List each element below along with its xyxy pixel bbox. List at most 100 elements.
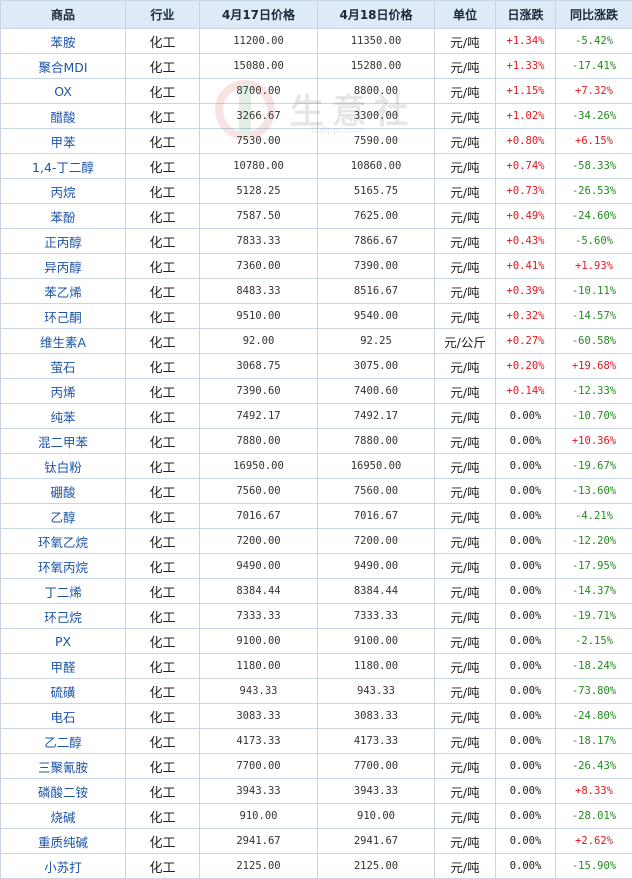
header-commodity[interactable]: 商品 — [0, 0, 126, 29]
header-price-apr18[interactable]: 4月18日价格 — [317, 0, 435, 29]
daily-change-cell: 0.00% — [495, 653, 556, 679]
commodity-name-link[interactable]: 电石 — [0, 703, 126, 729]
commodity-name-link[interactable]: 萤石 — [0, 353, 126, 379]
price-apr17-cell: 7530.00 — [199, 128, 318, 154]
table-row: 混二甲苯 化工 7880.00 7880.00 元/吨 0.00% +10.36% — [0, 428, 632, 454]
price-apr17-cell: 15080.00 — [199, 53, 318, 79]
commodity-name-link[interactable]: 异丙醇 — [0, 253, 126, 279]
daily-change-cell: 0.00% — [495, 428, 556, 454]
commodity-name-link[interactable]: OX — [0, 78, 126, 104]
table-row: 烧碱 化工 910.00 910.00 元/吨 0.00% -28.01% — [0, 803, 632, 829]
commodity-name-link[interactable]: 环氧丙烷 — [0, 553, 126, 579]
table-row: 环己酮 化工 9510.00 9540.00 元/吨 +0.32% -14.57% — [0, 303, 632, 329]
price-apr17-cell: 92.00 — [199, 328, 318, 354]
commodity-name-link[interactable]: 丙烯 — [0, 378, 126, 404]
commodity-name-link[interactable]: 苯酚 — [0, 203, 126, 229]
commodity-name-link[interactable]: 正丙醇 — [0, 228, 126, 254]
daily-change-cell: 0.00% — [495, 703, 556, 729]
price-apr18-cell: 4173.33 — [317, 728, 435, 754]
commodity-name-link[interactable]: 钛白粉 — [0, 453, 126, 479]
commodity-name-link[interactable]: 小苏打 — [0, 853, 126, 879]
price-apr17-cell: 9490.00 — [199, 553, 318, 579]
unit-cell: 元/吨 — [434, 103, 496, 129]
table-row: 甲醛 化工 1180.00 1180.00 元/吨 0.00% -18.24% — [0, 653, 632, 679]
industry-cell: 化工 — [125, 178, 200, 204]
yoy-change-cell: -12.33% — [555, 378, 632, 404]
commodity-name-link[interactable]: 环己酮 — [0, 303, 126, 329]
commodity-name-link[interactable]: 醋酸 — [0, 103, 126, 129]
commodity-name-link[interactable]: 1,4-丁二醇 — [0, 153, 126, 179]
price-apr17-cell: 7016.67 — [199, 503, 318, 529]
commodity-name-link[interactable]: 磷酸二铵 — [0, 778, 126, 804]
table-row: 环己烷 化工 7333.33 7333.33 元/吨 0.00% -19.71% — [0, 603, 632, 629]
table-header-row: 商品 行业 4月17日价格 4月18日价格 单位 日涨跌 同比涨跌 — [0, 0, 632, 29]
price-apr18-cell: 7880.00 — [317, 428, 435, 454]
commodity-name-link[interactable]: 丁二烯 — [0, 578, 126, 604]
commodity-name-link[interactable]: 硫磺 — [0, 678, 126, 704]
price-apr18-cell: 3943.33 — [317, 778, 435, 804]
industry-cell: 化工 — [125, 503, 200, 529]
daily-change-cell: 0.00% — [495, 628, 556, 654]
table-row: 纯苯 化工 7492.17 7492.17 元/吨 0.00% -10.70% — [0, 403, 632, 429]
price-apr18-cell: 8516.67 — [317, 278, 435, 304]
industry-cell: 化工 — [125, 228, 200, 254]
table-row: 聚合MDI 化工 15080.00 15280.00 元/吨 +1.33% -17.41% — [0, 53, 632, 79]
unit-cell: 元/吨 — [434, 78, 496, 104]
unit-cell: 元/吨 — [434, 603, 496, 629]
commodity-name-link[interactable]: 混二甲苯 — [0, 428, 126, 454]
table-row: 丙烯 化工 7390.60 7400.60 元/吨 +0.14% -12.33% — [0, 378, 632, 404]
commodity-name-link[interactable]: 三聚氰胺 — [0, 753, 126, 779]
price-apr18-cell: 9490.00 — [317, 553, 435, 579]
commodity-name-link[interactable]: 环氧乙烷 — [0, 528, 126, 554]
table-row: 1,4-丁二醇 化工 10780.00 10860.00 元/吨 +0.74% -58.33… — [0, 153, 632, 179]
daily-change-cell: +0.39% — [495, 278, 556, 304]
price-apr18-cell: 8800.00 — [317, 78, 435, 104]
daily-change-cell: 0.00% — [495, 578, 556, 604]
price-apr18-cell: 7866.67 — [317, 228, 435, 254]
commodity-name-link[interactable]: 甲苯 — [0, 128, 126, 154]
unit-cell: 元/吨 — [434, 578, 496, 604]
commodity-name-link[interactable]: 纯苯 — [0, 403, 126, 429]
table-row: 乙醇 化工 7016.67 7016.67 元/吨 0.00% -4.21% — [0, 503, 632, 529]
commodity-name-link[interactable]: 甲醛 — [0, 653, 126, 679]
daily-change-cell: 0.00% — [495, 503, 556, 529]
commodity-name-link[interactable]: 烧碱 — [0, 803, 126, 829]
unit-cell: 元/吨 — [434, 153, 496, 179]
commodity-name-link[interactable]: 乙二醇 — [0, 728, 126, 754]
industry-cell: 化工 — [125, 278, 200, 304]
yoy-change-cell: -19.71% — [555, 603, 632, 629]
unit-cell: 元/吨 — [434, 353, 496, 379]
unit-cell: 元/吨 — [434, 478, 496, 504]
commodity-name-link[interactable]: 乙醇 — [0, 503, 126, 529]
commodity-name-link[interactable]: 聚合MDI — [0, 53, 126, 79]
industry-cell: 化工 — [125, 753, 200, 779]
commodity-name-link[interactable]: 丙烷 — [0, 178, 126, 204]
header-unit[interactable]: 单位 — [434, 0, 496, 29]
price-apr17-cell: 7360.00 — [199, 253, 318, 279]
daily-change-cell: +1.33% — [495, 53, 556, 79]
table-row: 苯胺 化工 11200.00 11350.00 元/吨 +1.34% -5.42% — [0, 28, 632, 54]
header-yoy-change[interactable]: 同比涨跌 — [555, 0, 632, 29]
commodity-name-link[interactable]: 环己烷 — [0, 603, 126, 629]
unit-cell: 元/吨 — [434, 453, 496, 479]
commodity-name-link[interactable]: 苯胺 — [0, 28, 126, 54]
industry-cell: 化工 — [125, 78, 200, 104]
unit-cell: 元/吨 — [434, 778, 496, 804]
industry-cell: 化工 — [125, 528, 200, 554]
commodity-name-link[interactable]: 苯乙烯 — [0, 278, 126, 304]
industry-cell: 化工 — [125, 853, 200, 879]
header-daily-change[interactable]: 日涨跌 — [495, 0, 556, 29]
yoy-change-cell: +2.62% — [555, 828, 632, 854]
price-apr18-cell: 7390.00 — [317, 253, 435, 279]
commodity-name-link[interactable]: 重质纯碱 — [0, 828, 126, 854]
commodity-name-link[interactable]: 维生素A — [0, 328, 126, 354]
price-apr17-cell: 8384.44 — [199, 578, 318, 604]
industry-cell: 化工 — [125, 378, 200, 404]
price-apr17-cell: 7833.33 — [199, 228, 318, 254]
header-industry[interactable]: 行业 — [125, 0, 200, 29]
commodity-name-link[interactable]: 硼酸 — [0, 478, 126, 504]
daily-change-cell: 0.00% — [495, 553, 556, 579]
price-apr18-cell: 10860.00 — [317, 153, 435, 179]
header-price-apr17[interactable]: 4月17日价格 — [199, 0, 318, 29]
commodity-name-link[interactable]: PX — [0, 628, 126, 654]
